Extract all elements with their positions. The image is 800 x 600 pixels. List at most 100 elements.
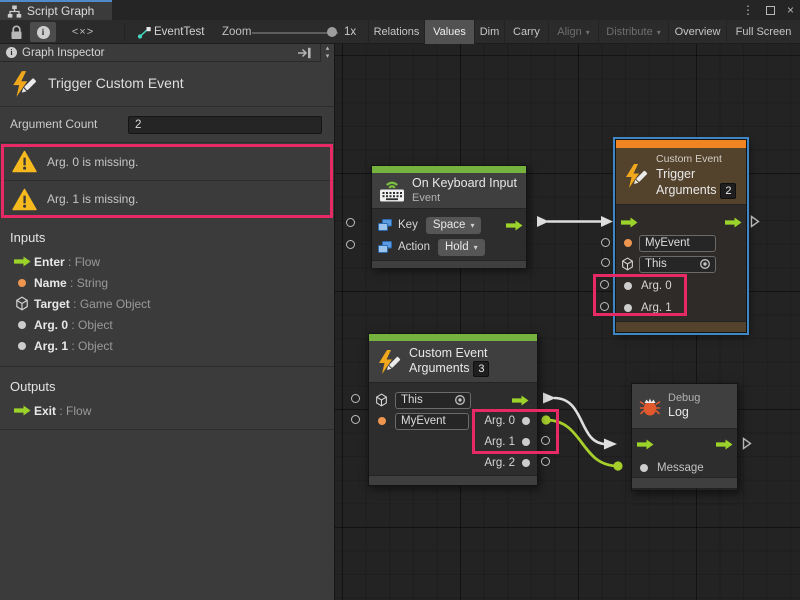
node-subtitle: Custom Event: [656, 153, 736, 167]
message-label: Message: [657, 462, 704, 474]
flow-out-port[interactable]: [512, 395, 529, 406]
gameobject-cube-icon[interactable]: [375, 393, 388, 407]
node-footer: [632, 477, 737, 488]
arg0-label: Arg. 0: [641, 280, 672, 292]
port-circle[interactable]: [601, 238, 610, 247]
node-subtitle: Event: [412, 191, 517, 205]
object-port-icon[interactable]: [640, 464, 648, 472]
chevron-down-icon: ▾: [470, 221, 474, 230]
object-port-icon[interactable]: [522, 459, 530, 467]
object-port-icon[interactable]: [624, 282, 632, 290]
node-header: Debug Log: [632, 384, 737, 428]
node-body: MyEvent This Arg. 0 Arg. 1: [616, 204, 746, 321]
arg0-label: Arg. 0: [484, 415, 515, 427]
wire-receiver-to-debug[interactable]: [543, 393, 617, 450]
string-port-icon[interactable]: [378, 417, 386, 425]
action-row: Action Hold▾: [372, 237, 526, 257]
port-circle[interactable]: [541, 436, 550, 445]
bug-icon: [639, 395, 661, 417]
event-name-field[interactable]: MyEvent: [395, 413, 469, 430]
node-header: Custom Event Arguments3: [369, 341, 537, 382]
node-arguments-line: Arguments2: [656, 183, 736, 199]
port-circle[interactable]: [601, 258, 610, 267]
arg2-label: Arg. 2: [484, 457, 515, 469]
target-row: This: [369, 390, 537, 410]
graph-layer: On Keyboard Input Event Key Space▾ Actio…: [0, 0, 800, 600]
node-body: Key Space▾ Action Hold▾: [372, 208, 526, 260]
node-title: On Keyboard Input: [412, 176, 517, 192]
flow-out-port[interactable]: [506, 220, 523, 231]
node-color-bar: [616, 140, 746, 148]
event-name-row: MyEvent: [616, 233, 746, 253]
custom-event-node[interactable]: Custom Event Arguments3 This MyEvent Arg…: [368, 333, 538, 486]
port-circle[interactable]: [351, 415, 360, 424]
target-field[interactable]: This: [395, 392, 471, 409]
event-name-row: MyEvent Arg. 0: [369, 411, 537, 431]
object-port-icon[interactable]: [522, 417, 530, 425]
arg0-row: Arg. 0: [616, 276, 746, 296]
arguments-count-field[interactable]: 2: [720, 183, 736, 199]
arg1-label: Arg. 1: [641, 302, 672, 314]
object-port-icon[interactable]: [624, 304, 632, 312]
arguments-count-field[interactable]: 3: [473, 361, 489, 377]
keyboard-icon: [379, 180, 405, 202]
flow-out-port[interactable]: [725, 217, 742, 228]
action-label: Action: [398, 241, 430, 253]
node-category: Debug: [668, 391, 700, 405]
node-footer: [369, 475, 537, 485]
on-keyboard-input-node[interactable]: On Keyboard Input Event Key Space▾ Actio…: [371, 165, 527, 268]
arg2-row: Arg. 2: [369, 453, 537, 473]
arg1-row: Arg. 1: [616, 298, 746, 318]
key-label: Key: [398, 219, 418, 231]
arg1-row: Arg. 1: [369, 432, 537, 452]
node-body: Message: [632, 428, 737, 477]
node-title: Custom Event: [409, 346, 489, 362]
custom-event-icon: [376, 349, 402, 375]
arg1-label: Arg. 1: [484, 436, 515, 448]
action-dropdown[interactable]: Hold▾: [438, 239, 485, 256]
node-title: Trigger: [656, 167, 736, 183]
flow-out-port[interactable]: [716, 439, 733, 450]
flow-out-triangle[interactable]: [742, 437, 752, 450]
node-arguments-line: Arguments3: [409, 361, 489, 377]
wire-keyboard-to-trigger[interactable]: [537, 216, 613, 227]
node-color-bar: [372, 166, 526, 173]
node-color-bar: [369, 334, 537, 341]
flow-in-port[interactable]: [637, 439, 654, 450]
debug-log-node[interactable]: Debug Log Message: [631, 383, 738, 491]
wire-arg0-to-message[interactable]: [541, 415, 622, 470]
node-footer: [372, 260, 526, 268]
trigger-custom-event-node[interactable]: Custom Event Trigger Arguments2 MyEvent …: [615, 139, 747, 333]
port-circle[interactable]: [346, 240, 355, 249]
member-icon: [378, 219, 392, 232]
chevron-down-icon: ▾: [474, 243, 478, 252]
node-body: This MyEvent Arg. 0 Arg. 1 Arg. 2: [369, 382, 537, 475]
node-footer: [616, 321, 746, 332]
port-circle[interactable]: [600, 302, 609, 311]
node-title: Log: [668, 405, 700, 421]
port-circle[interactable]: [351, 394, 360, 403]
string-port-icon[interactable]: [624, 239, 632, 247]
flow-in-port[interactable]: [621, 217, 638, 228]
port-circle[interactable]: [600, 280, 609, 289]
target-field[interactable]: This: [639, 256, 716, 273]
flow-out-triangle[interactable]: [750, 215, 760, 228]
member-icon: [378, 241, 392, 254]
custom-event-icon: [623, 163, 649, 189]
target-picker-icon[interactable]: [454, 394, 466, 406]
unity-script-graph-window: Script Graph ⋮ × i <×> EventTest Zoom 1x…: [0, 0, 800, 600]
message-row: Message: [632, 458, 737, 478]
node-header: Custom Event Trigger Arguments2: [616, 148, 746, 204]
event-name-field[interactable]: MyEvent: [639, 235, 716, 252]
flow-row: [632, 434, 737, 454]
flow-row: [616, 212, 746, 232]
target-row: This: [616, 254, 746, 274]
node-header: On Keyboard Input Event: [372, 173, 526, 208]
object-port-icon[interactable]: [522, 438, 530, 446]
port-circle[interactable]: [346, 218, 355, 227]
key-dropdown[interactable]: Space▾: [426, 217, 482, 234]
port-circle[interactable]: [541, 457, 550, 466]
key-row: Key Space▾: [372, 215, 526, 235]
gameobject-cube-icon[interactable]: [621, 257, 634, 271]
target-picker-icon[interactable]: [699, 258, 711, 270]
